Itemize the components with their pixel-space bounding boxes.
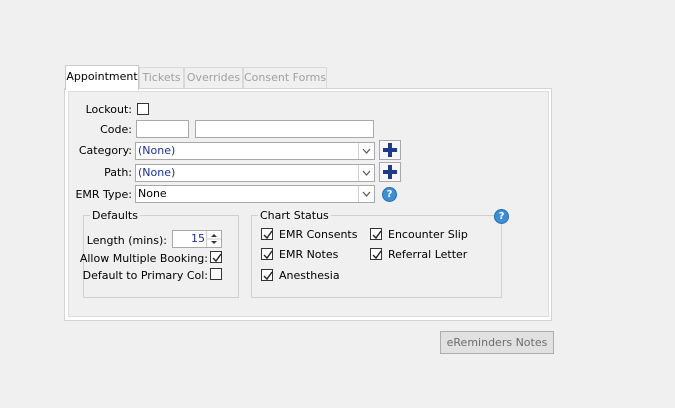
tab-consent-forms[interactable]: Consent Forms: [243, 67, 327, 88]
referral-letter-checkbox[interactable]: [370, 248, 382, 260]
emr-notes-label: EMR Notes: [279, 248, 339, 261]
category-value: (None): [138, 144, 176, 157]
emr-notes-checkbox[interactable]: [261, 248, 273, 260]
encounter-slip-checkbox[interactable]: [370, 228, 382, 240]
ereminders-notes-button[interactable]: eReminders Notes: [440, 331, 554, 354]
chevron-down-icon[interactable]: [358, 143, 374, 159]
check-icon: [263, 250, 273, 260]
spinner-arrows-icon[interactable]: [206, 231, 221, 247]
path-select[interactable]: (None): [135, 164, 375, 182]
code-label: Code:: [100, 123, 132, 136]
path-label: Path:: [104, 166, 132, 179]
add-category-button[interactable]: [379, 140, 401, 160]
category-label: Category:: [78, 144, 132, 157]
chart-status-title: Chart Status: [258, 209, 331, 222]
emr-consents-label: EMR Consents: [279, 228, 358, 241]
check-icon: [372, 230, 382, 240]
lockout-checkbox[interactable]: [137, 103, 149, 115]
check-icon: [263, 230, 273, 240]
default-primary-checkbox[interactable]: [210, 268, 222, 280]
chevron-down-icon[interactable]: [358, 165, 374, 181]
check-icon: [263, 271, 273, 281]
plus-icon: [383, 143, 397, 157]
default-primary-label: Default to Primary Col:: [82, 269, 208, 282]
length-value: 15: [191, 232, 205, 245]
plus-icon: [383, 165, 397, 179]
emr-type-select[interactable]: None: [135, 185, 375, 203]
emr-type-value: None: [138, 187, 167, 200]
code-description-input[interactable]: [195, 120, 374, 138]
defaults-title: Defaults: [90, 209, 140, 222]
emr-type-label: EMR Type:: [75, 188, 132, 201]
tab-appointment[interactable]: Appointment: [65, 65, 139, 90]
chevron-down-icon[interactable]: [358, 186, 374, 202]
referral-letter-label: Referral Letter: [388, 248, 468, 261]
encounter-slip-label: Encounter Slip: [388, 228, 468, 241]
lockout-label: Lockout:: [85, 103, 132, 116]
tab-tickets[interactable]: Tickets: [139, 67, 184, 88]
add-path-button[interactable]: [379, 162, 401, 182]
emr-type-help-icon[interactable]: ?: [382, 187, 397, 202]
allow-multiple-label: Allow Multiple Booking:: [79, 252, 208, 265]
check-icon: [212, 253, 222, 263]
anesthesia-label: Anesthesia: [279, 269, 340, 282]
path-value: (None): [138, 166, 176, 179]
anesthesia-checkbox[interactable]: [261, 269, 273, 281]
chart-status-help-icon[interactable]: ?: [494, 209, 509, 224]
category-select[interactable]: (None): [135, 142, 375, 160]
tab-overrides[interactable]: Overrides: [184, 67, 243, 88]
allow-multiple-checkbox[interactable]: [210, 251, 222, 263]
emr-consents-checkbox[interactable]: [261, 228, 273, 240]
check-icon: [372, 250, 382, 260]
length-label: Length (mins):: [86, 234, 167, 247]
code-input[interactable]: [136, 120, 189, 138]
